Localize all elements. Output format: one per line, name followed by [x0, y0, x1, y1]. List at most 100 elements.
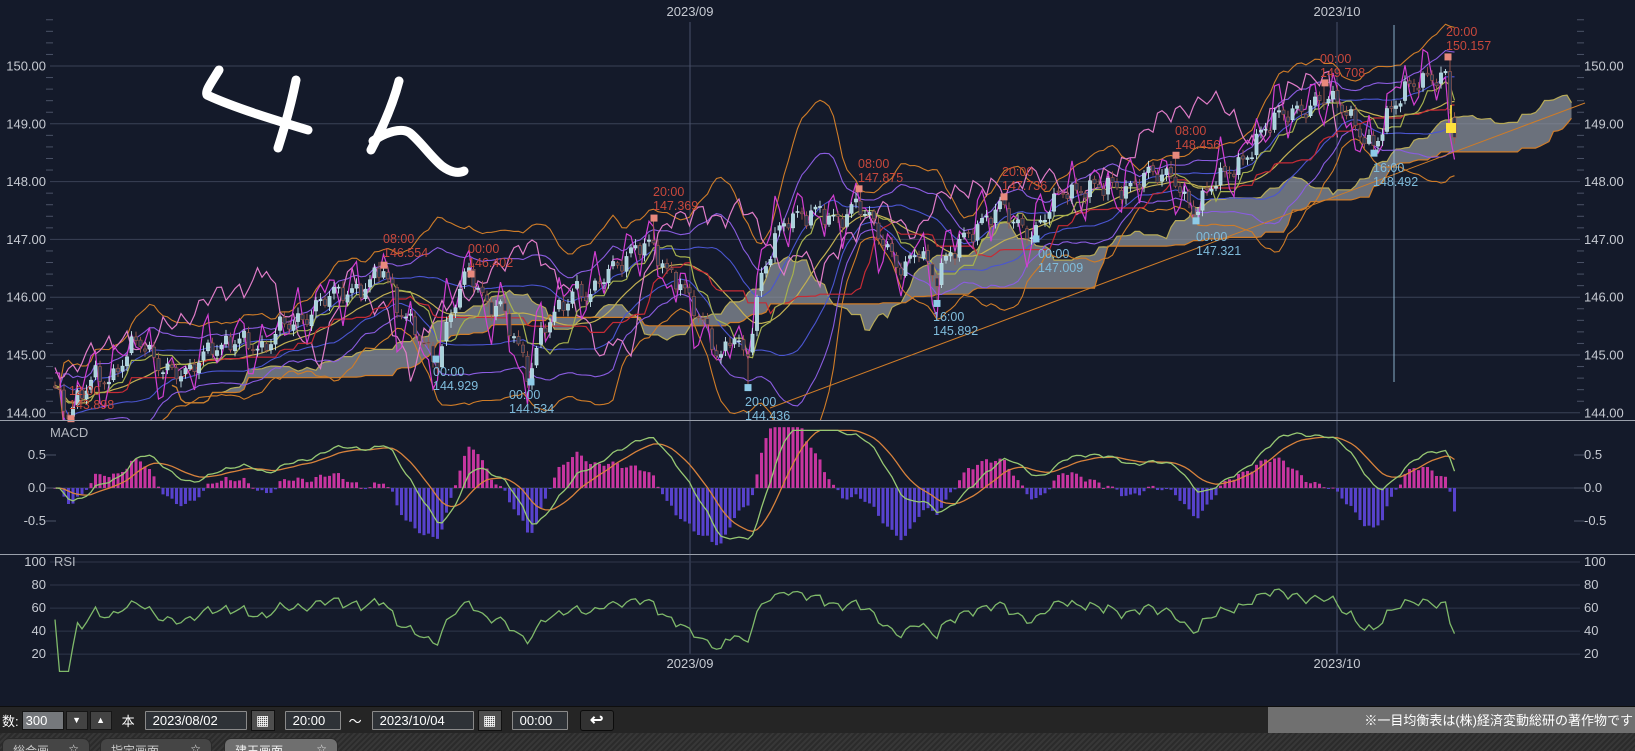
bar-count-label: 数:: [2, 711, 19, 730]
svg-text:40: 40: [32, 623, 46, 638]
svg-text:148.456: 148.456: [1175, 138, 1220, 152]
price-callout-marker: [1371, 150, 1378, 157]
svg-text:2023/09: 2023/09: [667, 656, 714, 671]
svg-text:100: 100: [1584, 554, 1606, 569]
svg-text:150.00: 150.00: [1584, 59, 1624, 74]
svg-text:0.5: 0.5: [28, 447, 46, 462]
tab-label: 指定画面: [111, 742, 159, 751]
svg-text:145.00: 145.00: [6, 348, 46, 363]
tab-tategyoku-gamen[interactable]: 建玉画面 ☆: [224, 738, 338, 751]
reload-icon: ↩: [590, 712, 603, 729]
copyright-notice: ※一目均衡表は(株)経済変動総研の著作物です: [1268, 707, 1635, 734]
svg-text:2023/10: 2023/10: [1314, 656, 1361, 671]
svg-text:08:00: 08:00: [383, 232, 414, 246]
tab-label: 建玉画面: [235, 742, 283, 751]
svg-text:145.00: 145.00: [1584, 348, 1624, 363]
svg-text:144.00: 144.00: [6, 405, 46, 420]
chart-canvas[interactable]: 144.00 144.00 145.00 145.00 146.00 146.00 147.…: [0, 0, 1635, 706]
time-from-input[interactable]: 20:00: [285, 711, 341, 730]
svg-text:60: 60: [1584, 600, 1598, 615]
price-callout-marker: [1193, 217, 1200, 224]
calendar-to-button[interactable]: ▦: [478, 710, 502, 731]
reload-chart-button[interactable]: ↩: [580, 710, 614, 731]
svg-text:147.00: 147.00: [6, 232, 46, 247]
svg-text:143.898: 143.898: [69, 398, 114, 412]
svg-text:00:00: 00:00: [1196, 230, 1227, 244]
price-callout-marker: [433, 356, 440, 363]
svg-text:60: 60: [32, 600, 46, 615]
svg-text:2023/10: 2023/10: [1314, 4, 1361, 19]
svg-text:147.875: 147.875: [858, 171, 903, 185]
bar-count-input[interactable]: 300: [22, 711, 64, 730]
time-to-input[interactable]: 00:00: [512, 711, 568, 730]
svg-text:RSI: RSI: [54, 554, 76, 569]
price-callout-marker: [381, 262, 388, 269]
calendar-from-button[interactable]: ▦: [251, 710, 275, 731]
date-to-input[interactable]: 2023/10/04: [372, 711, 474, 730]
svg-text:00:00: 00:00: [509, 388, 540, 402]
svg-text:144.929: 144.929: [433, 379, 478, 393]
range-controls: 数: 300 ▼ ▲ 本 2023/08/02 ▦ 20:00 ～ 2023/1…: [0, 707, 614, 734]
svg-text:40: 40: [1584, 623, 1598, 638]
svg-text:147.369: 147.369: [653, 199, 698, 213]
count-decrease-button[interactable]: ▼: [66, 711, 88, 730]
price-callout-marker: [745, 384, 752, 391]
trading-app-window: 144.00 144.00 145.00 145.00 146.00 146.00 147.…: [0, 0, 1635, 751]
svg-text:-0.5: -0.5: [24, 513, 46, 528]
svg-text:150.00: 150.00: [6, 59, 46, 74]
tab-sougou-gamen[interactable]: 総合画面 ☆: [2, 738, 90, 751]
svg-text:147.00: 147.00: [1584, 232, 1624, 247]
svg-text:-0.5: -0.5: [1584, 513, 1606, 528]
svg-text:149.00: 149.00: [1584, 116, 1624, 131]
svg-text:145.892: 145.892: [933, 324, 978, 338]
price-callout-marker: [651, 215, 658, 222]
svg-text:144.534: 144.534: [509, 402, 554, 416]
count-increase-button[interactable]: ▲: [90, 711, 112, 730]
svg-text:149.708: 149.708: [1320, 66, 1365, 80]
price-callout-marker: [1173, 152, 1180, 159]
svg-text:150.157: 150.157: [1446, 39, 1491, 53]
svg-text:0.0: 0.0: [1584, 480, 1602, 495]
star-icon: ☆: [68, 742, 79, 751]
svg-text:00:00: 00:00: [1038, 247, 1069, 261]
price-callout-marker: [1033, 235, 1040, 242]
svg-text:20: 20: [1584, 646, 1598, 661]
date-from-input[interactable]: 2023/08/02: [145, 711, 247, 730]
svg-text:147.736: 147.736: [1002, 179, 1047, 193]
svg-text:20:00: 20:00: [1002, 165, 1033, 179]
svg-text:0.0: 0.0: [28, 480, 46, 495]
bottom-toolbar: 数: 300 ▼ ▲ 本 2023/08/02 ▦ 20:00 ～ 2023/1…: [0, 706, 1635, 734]
svg-text:08:00: 08:00: [858, 157, 889, 171]
svg-text:20:00: 20:00: [1446, 25, 1477, 39]
chevron-down-icon: ▼: [72, 715, 81, 725]
range-separator: ～: [349, 711, 362, 730]
price-callout-marker: [1322, 79, 1329, 86]
price-callout-marker: [856, 185, 863, 192]
tab-shitei-gamen[interactable]: 指定画面 ☆: [100, 738, 212, 751]
svg-text:147.321: 147.321: [1196, 244, 1241, 258]
svg-text:2023/09: 2023/09: [667, 4, 714, 19]
svg-text:80: 80: [32, 577, 46, 592]
svg-text:00:00: 00:00: [1320, 52, 1351, 66]
price-callout-marker: [468, 270, 475, 277]
svg-text:146.00: 146.00: [1584, 290, 1624, 305]
price-callout-marker: [1001, 193, 1008, 200]
svg-text:16:00: 16:00: [1373, 161, 1404, 175]
svg-text:146.554: 146.554: [383, 246, 428, 260]
bottom-tab-strip: 総合画面 ☆ 指定画面 ☆ 建玉画面 ☆: [0, 733, 1635, 751]
bar-unit-label: 本: [122, 711, 135, 730]
calendar-icon: ▦: [256, 712, 269, 728]
svg-text:00:00: 00:00: [433, 365, 464, 379]
chevron-up-icon: ▲: [96, 715, 105, 725]
svg-text:16:00: 16:00: [933, 310, 964, 324]
svg-text:00:00: 00:00: [468, 242, 499, 256]
svg-text:149.00: 149.00: [6, 116, 46, 131]
svg-text:148.00: 148.00: [6, 174, 46, 189]
svg-text:146.00: 146.00: [6, 290, 46, 305]
price-callout-marker: [1445, 53, 1452, 60]
svg-text:144.00: 144.00: [1584, 405, 1624, 420]
svg-text:12:00: 12:00: [69, 384, 100, 398]
star-icon: ☆: [190, 742, 201, 751]
tab-label: 総合画面: [13, 742, 60, 751]
svg-text:20: 20: [32, 646, 46, 661]
